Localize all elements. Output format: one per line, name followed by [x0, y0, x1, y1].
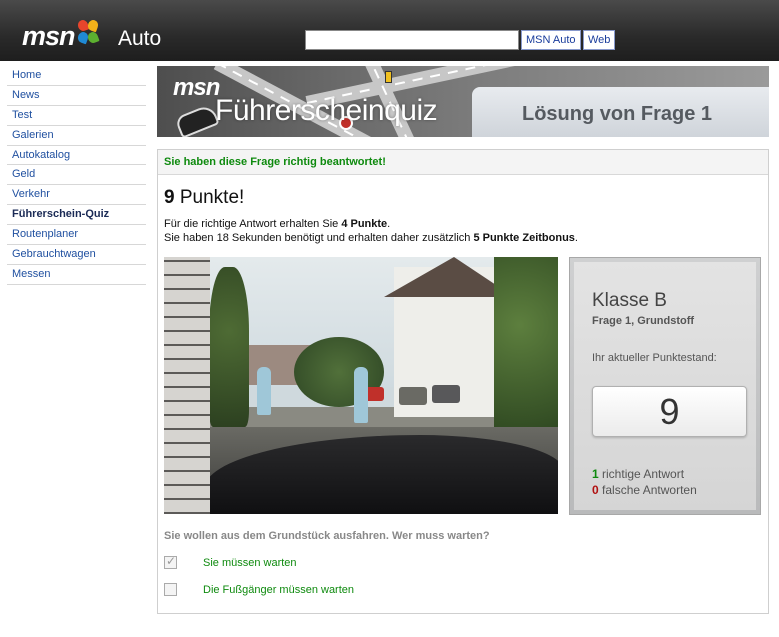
photo-pedestrian: [354, 367, 368, 423]
section-title: Auto: [118, 27, 162, 50]
sidebar-nav: Home News Test Galerien Autokatalog Geld…: [7, 66, 146, 285]
sidebar-item-geld[interactable]: Geld: [7, 165, 146, 186]
wrong-answers-count: 0 falsche Antworten: [592, 483, 697, 497]
correct-count-number: 1: [592, 467, 599, 481]
banner-subtitle: Lösung von Frage 1: [522, 103, 713, 125]
banner-subtitle-panel: Lösung von Frage 1: [472, 87, 769, 137]
score-value: 9: [592, 386, 747, 437]
question-photo: [164, 257, 558, 514]
sidebar-item-verkehr[interactable]: Verkehr: [7, 185, 146, 206]
sidebar-item-news[interactable]: News: [7, 86, 146, 106]
search-input[interactable]: [305, 30, 519, 50]
answer-option-2[interactable]: Die Fußgänger müssen warten: [164, 583, 354, 596]
question-info: Frage 1, Grundstoff: [592, 315, 695, 327]
sidebar-item-messen[interactable]: Messen: [7, 265, 146, 285]
points-value: 9: [164, 187, 175, 208]
correct-answers-count: 1 richtige Antwort: [592, 467, 684, 481]
points-explanation-1: Für die richtige Antwort erhalten Sie 4 …: [164, 218, 390, 230]
sidebar-item-fuehrerschein-quiz[interactable]: Führerschein-Quiz: [7, 205, 146, 226]
msn-butterfly-icon: [75, 18, 100, 46]
photo-tree: [209, 267, 249, 427]
points-suffix: Punkte!: [174, 187, 245, 208]
answer-status-bar: Sie haben diese Frage richtig beantworte…: [158, 150, 768, 175]
quiz-result-box: Sie haben diese Frage richtig beantworte…: [157, 149, 769, 614]
msn-logo[interactable]: msn: [22, 18, 100, 52]
wrong-count-label: falsche Antworten: [598, 483, 697, 497]
sidebar-item-gebrauchtwagen[interactable]: Gebrauchtwagen: [7, 245, 146, 265]
time-bonus-bold: 5 Punkte Zeitbonus: [473, 232, 575, 244]
sidebar-item-routenplaner[interactable]: Routenplaner: [7, 225, 146, 246]
sidebar-item-galerien[interactable]: Galerien: [7, 126, 146, 146]
sidebar-item-autokatalog[interactable]: Autokatalog: [7, 146, 146, 166]
checkbox-unchecked[interactable]: [164, 583, 177, 596]
quiz-banner: msn Führerscheinquiz Lösung von Frage 1: [157, 66, 769, 137]
photo-tree: [494, 257, 558, 427]
photo-parked-car: [432, 385, 460, 403]
sidebar-item-home[interactable]: Home: [7, 66, 146, 86]
score-panel: Klasse B Frage 1, Grundstoff Ihr aktuell…: [569, 257, 761, 515]
top-header: msn Auto MSN Auto Web: [0, 0, 779, 61]
traffic-light-icon: [385, 71, 392, 83]
banner-msn-logo: msn: [173, 74, 220, 101]
sidebar-item-test[interactable]: Test: [7, 106, 146, 126]
points-explanation-2: Sie haben 18 Sekunden benötigt und erhal…: [164, 232, 578, 244]
points-text: .: [574, 232, 578, 244]
points-bold: 4 Punkte: [341, 218, 388, 230]
points-text: Sie haben 18 Sekunden benötigt und erhal…: [164, 232, 474, 244]
car-icon: [174, 103, 220, 137]
photo-pedestrian: [257, 367, 271, 415]
web-search-button[interactable]: Web: [583, 30, 616, 50]
answer-option-label: Die Fußgänger müssen warten: [203, 583, 355, 596]
points-text: Für die richtige Antwort erhalten Sie: [164, 218, 342, 230]
score-label: Ihr aktueller Punktestand:: [592, 352, 717, 364]
msn-logo-text: msn: [22, 21, 76, 51]
checkbox-checked[interactable]: [164, 554, 177, 569]
banner-title: Führerscheinquiz: [215, 94, 438, 127]
score-panel-inner: Klasse B Frage 1, Grundstoff Ihr aktuell…: [574, 262, 756, 510]
photo-brick-wall: [164, 257, 210, 514]
question-text: Sie wollen aus dem Grundstück ausfahren.…: [164, 530, 490, 542]
points-text: .: [387, 218, 391, 230]
msn-auto-search-button[interactable]: MSN Auto: [521, 30, 581, 50]
app: msn Auto MSN Auto Web Home News Test Gal…: [0, 0, 779, 637]
wrong-count-number: 0: [592, 483, 599, 497]
correct-count-label: richtige Antwort: [598, 467, 685, 481]
points-heading: 9 Punkte!: [164, 187, 244, 209]
answer-option-label: Sie müssen warten: [203, 556, 297, 569]
answer-option-1[interactable]: Sie müssen warten: [164, 554, 297, 569]
photo-parked-car: [399, 387, 427, 405]
license-class: Klasse B: [592, 290, 667, 311]
